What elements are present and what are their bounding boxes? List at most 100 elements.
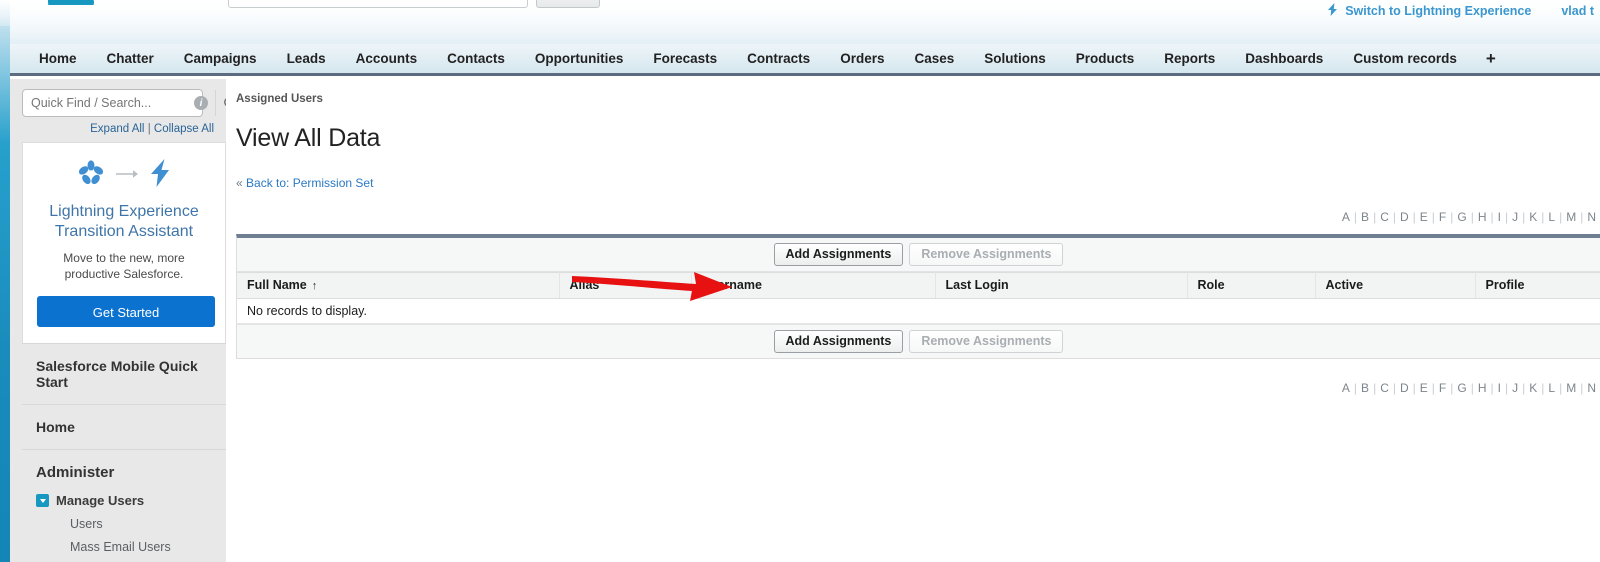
column-header-role[interactable]: Role	[1187, 271, 1316, 299]
alpha-filter-c[interactable]: C	[1376, 381, 1393, 395]
alpha-filter-k[interactable]: K	[1525, 210, 1541, 224]
alpha-filter-f[interactable]: F	[1435, 210, 1450, 224]
tab-home[interactable]: Home	[24, 43, 92, 75]
tab-campaigns[interactable]: Campaigns	[169, 43, 272, 75]
tab-opportunities[interactable]: Opportunities	[520, 43, 639, 75]
alpha-filter-d[interactable]: D	[1396, 210, 1413, 224]
column-header-label: Role	[1197, 278, 1225, 292]
alpha-filter-h[interactable]: H	[1474, 381, 1491, 395]
alpha-filter-l[interactable]: L	[1544, 381, 1559, 395]
remove-assignments-button-bottom: Remove Assignments	[909, 329, 1064, 353]
user-menu[interactable]: vlad t	[1561, 4, 1594, 18]
tab-dashboards[interactable]: Dashboards	[1230, 43, 1338, 75]
alpha-filter-m[interactable]: M	[1562, 210, 1580, 224]
left-edge-top	[0, 0, 10, 27]
alpha-filter-m[interactable]: M	[1562, 381, 1580, 395]
get-started-button[interactable]: Get Started	[37, 296, 215, 328]
header-right-links: Switch to Lightning Experience vlad t	[1327, 0, 1600, 22]
salesforce-classic-page: Switch to Lightning Experience vlad t Ho…	[0, 0, 1600, 562]
salesforce-cloud-logo[interactable]	[40, 0, 126, 14]
column-header-label: Profile	[1485, 278, 1525, 292]
column-header-label: Active	[1325, 278, 1364, 292]
global-search-button[interactable]	[536, 0, 600, 8]
sidebar-section-administer: Administer Manage Users Users Mass Email …	[22, 450, 226, 562]
expand-collapse-row: Expand All | Collapse All	[10, 117, 226, 142]
sidebar-item-mass-email-users[interactable]: Mass Email Users	[36, 540, 226, 562]
add-assignments-button-bottom[interactable]: Add Assignments	[773, 329, 904, 353]
sidebar-node-manage-users[interactable]: Manage Users	[36, 493, 226, 508]
quick-find-row: i	[10, 79, 237, 117]
tab-contracts[interactable]: Contracts	[732, 43, 825, 75]
table-header-row: Full Name ↑ Alias Username Last Login Role Act…	[237, 271, 1600, 299]
column-header-label: Last Login	[945, 278, 1009, 292]
alpha-filter-n[interactable]: N	[1583, 210, 1600, 224]
alpha-filter-k[interactable]: K	[1525, 381, 1541, 395]
alpha-filter-h[interactable]: H	[1474, 210, 1491, 224]
alpha-filter-a[interactable]: A	[1338, 381, 1354, 395]
search-input[interactable]	[23, 95, 194, 111]
chevron-down-icon[interactable]	[36, 494, 49, 508]
global-search-input[interactable]	[228, 0, 528, 8]
sidebar-section-mobile-quick-start[interactable]: Salesforce Mobile Quick Start	[22, 343, 226, 406]
tab-contacts[interactable]: Contacts	[432, 43, 520, 75]
column-header-profile[interactable]: Profile	[1475, 271, 1600, 299]
panel-toolbar-top: Add Assignments Remove Assignments	[237, 237, 1600, 272]
lightning-transition-promo-card: Lightning Experience Transition Assistan…	[22, 142, 226, 344]
info-icon[interactable]: i	[194, 96, 208, 110]
tab-custom-records[interactable]: Custom records	[1338, 43, 1472, 75]
alpha-filter-i[interactable]: I	[1494, 210, 1505, 224]
back-link-label: Back to: Permission Set	[246, 175, 374, 190]
column-header-last-login[interactable]: Last Login	[935, 271, 1188, 299]
alpha-filter-d[interactable]: D	[1396, 381, 1413, 395]
remove-assignments-button-top: Remove Assignments	[909, 242, 1064, 266]
alpha-filter-b[interactable]: B	[1357, 381, 1373, 395]
alpha-filter-i[interactable]: I	[1494, 381, 1505, 395]
column-header-username[interactable]: Username	[691, 271, 936, 299]
alpha-filter-j[interactable]: J	[1508, 210, 1522, 224]
switch-to-lightning-label: Switch to Lightning Experience	[1345, 4, 1532, 18]
sidebar-node-label: Manage Users	[56, 493, 145, 509]
column-header-full-name[interactable]: Full Name ↑	[237, 271, 560, 299]
sidebar-item-users[interactable]: Users	[36, 517, 226, 540]
table-empty-row: No records to display.	[237, 298, 1600, 324]
sidebar-section-label: Home	[36, 419, 75, 436]
alpha-filter-g[interactable]: G	[1453, 210, 1470, 224]
sort-ascending-icon: ↑	[311, 280, 318, 292]
assigned-users-panel: Add Assignments Remove Assignments Full …	[236, 233, 1600, 359]
alpha-filter-a[interactable]: A	[1338, 210, 1354, 224]
tab-solutions[interactable]: Solutions	[969, 43, 1061, 75]
alpha-filter-g[interactable]: G	[1453, 381, 1470, 395]
tab-cases[interactable]: Cases	[899, 43, 969, 75]
tab-forecasts[interactable]: Forecasts	[638, 43, 732, 75]
alpha-filter-l[interactable]: L	[1544, 210, 1559, 224]
tab-add-more[interactable]: +	[1472, 43, 1510, 75]
collapse-all-link[interactable]: Collapse All	[154, 123, 214, 135]
column-header-alias[interactable]: Alias	[559, 271, 692, 299]
alpha-filter-f[interactable]: F	[1435, 381, 1450, 395]
alpha-filter-n[interactable]: N	[1583, 381, 1600, 395]
back-to-permission-set-link[interactable]: « Back to: Permission Set	[226, 170, 1600, 190]
add-assignments-button-top[interactable]: Add Assignments	[773, 242, 904, 266]
left-accent-strip	[0, 26, 10, 562]
tab-chatter[interactable]: Chatter	[92, 43, 169, 75]
alpha-filter-j[interactable]: J	[1508, 381, 1522, 395]
administer-heading: Administer	[36, 464, 115, 482]
tab-products[interactable]: Products	[1061, 43, 1150, 75]
column-header-label: Alias	[569, 278, 600, 292]
setup-sidebar: i Expand All | Collapse All	[10, 79, 237, 562]
alpha-index-top: A | B | C | D | E | F | G | H | I | J | K | L | M | N	[226, 206, 1600, 228]
expand-all-link[interactable]: Expand All	[90, 123, 144, 135]
promo-subtitle: Move to the new, more productive Salesfo…	[63, 251, 185, 282]
alpha-filter-e[interactable]: E	[1416, 210, 1432, 224]
alpha-filter-b[interactable]: B	[1357, 210, 1373, 224]
tab-accounts[interactable]: Accounts	[341, 43, 433, 75]
tab-leads[interactable]: Leads	[272, 43, 341, 75]
column-header-active[interactable]: Active	[1315, 271, 1476, 299]
tab-reports[interactable]: Reports	[1149, 43, 1230, 75]
tab-orders[interactable]: Orders	[825, 43, 899, 75]
alpha-filter-c[interactable]: C	[1376, 210, 1393, 224]
switch-to-lightning-link[interactable]: Switch to Lightning Experience	[1327, 3, 1531, 19]
alpha-filter-e[interactable]: E	[1416, 381, 1432, 395]
quick-find-box[interactable]: i	[22, 89, 237, 117]
sidebar-section-home[interactable]: Home	[22, 405, 226, 451]
